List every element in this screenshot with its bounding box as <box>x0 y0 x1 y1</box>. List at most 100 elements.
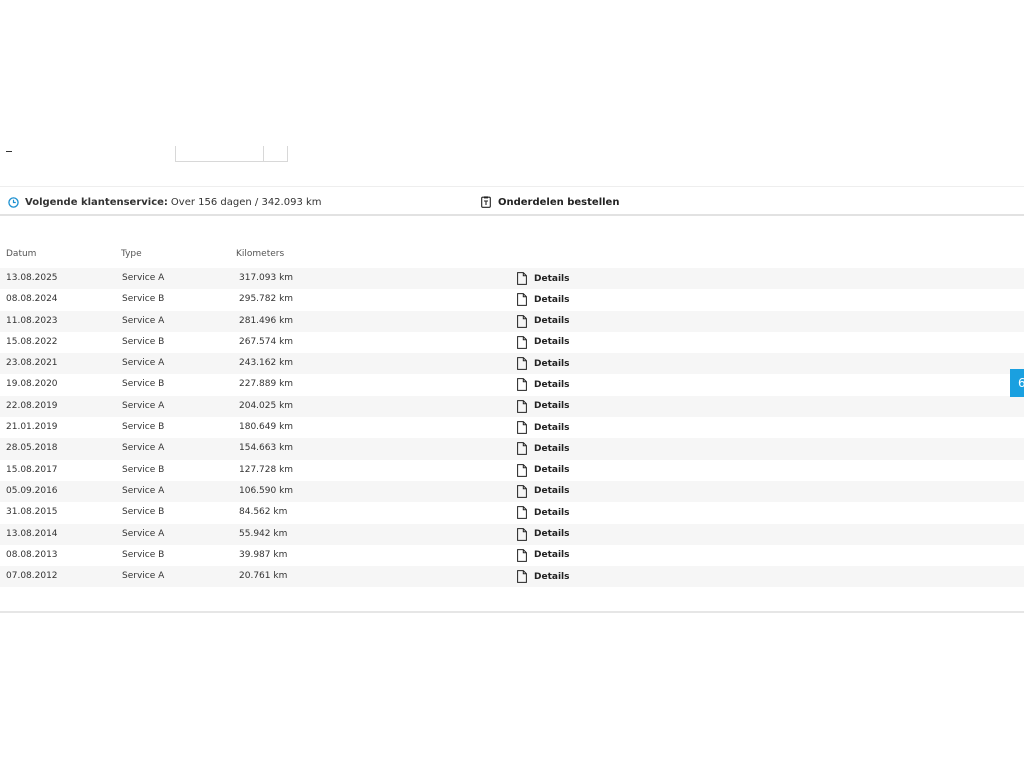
next-service-value: Over 156 dagen / 342.093 km <box>170 196 322 208</box>
clock-icon <box>8 196 19 208</box>
row-type: Service B <box>122 379 165 390</box>
details-label: Details <box>534 358 570 369</box>
row-kilometers: 84.562 km <box>239 507 288 518</box>
details-link[interactable]: Details <box>517 441 569 456</box>
row-kilometers: 281.496 km <box>239 315 294 326</box>
document-icon <box>517 506 527 520</box>
row-date: 08.08.2013 <box>6 549 58 560</box>
details-link[interactable]: Details <box>517 399 569 414</box>
details-link[interactable]: Details <box>517 548 569 563</box>
details-link[interactable]: Details <box>517 505 569 520</box>
table-row: 07.08.2012 Service A 20.761 km Details <box>0 566 1024 588</box>
row-date: 28.05.2018 <box>6 443 58 454</box>
details-link[interactable]: Details <box>517 356 569 371</box>
document-icon <box>517 293 527 307</box>
bottom-divider <box>0 611 1024 613</box>
service-history-table: Datum Type Kilometers 13.08.2025 Service … <box>0 243 1024 588</box>
document-icon <box>517 378 527 392</box>
row-type: Service B <box>122 507 165 518</box>
document-icon <box>517 272 527 285</box>
row-type: Service B <box>122 464 165 475</box>
row-date: 22.08.2019 <box>6 400 58 411</box>
row-type: Service A <box>122 315 165 326</box>
row-date: 13.08.2014 <box>6 528 58 539</box>
details-link[interactable]: Details <box>517 569 569 584</box>
service-info-bar: Volgende klantenservice: Over 156 dagen … <box>0 186 1024 216</box>
document-icon <box>517 314 527 328</box>
table-body: 13.08.2025 Service A 317.093 km Details 08.0… <box>0 268 1024 588</box>
table-row: 11.08.2023 Service A 281.496 km Details <box>0 310 1024 332</box>
row-type: Service B <box>122 336 165 347</box>
table-row: 13.08.2025 Service A 317.093 km Details <box>0 268 1024 290</box>
row-date: 15.08.2022 <box>6 336 58 347</box>
row-kilometers: 267.574 km <box>239 336 294 347</box>
details-link[interactable]: Details <box>517 314 569 329</box>
header-type: Type <box>121 249 142 259</box>
row-date: 08.08.2024 <box>6 294 58 305</box>
table-row: 05.09.2016 Service A 106.590 km Details <box>0 480 1024 503</box>
details-label: Details <box>534 422 570 433</box>
table-row: 19.08.2020 Service B 227.889 km Details <box>0 374 1024 395</box>
document-icon <box>517 485 527 498</box>
table-row: 21.01.2019 Service B 180.649 km Details <box>0 417 1024 438</box>
row-date: 31.08.2015 <box>6 507 58 518</box>
details-link[interactable]: Details <box>517 420 569 435</box>
details-link[interactable]: Details <box>517 271 569 286</box>
row-date: 11.08.2023 <box>6 315 58 326</box>
details-label: Details <box>534 337 570 348</box>
row-type: Service A <box>122 528 165 539</box>
table-row: 13.08.2014 Service A 55.942 km Details <box>0 523 1024 545</box>
row-date: 23.08.2021 <box>6 358 58 369</box>
document-icon <box>517 570 527 584</box>
row-kilometers: 243.162 km <box>239 358 294 369</box>
document-icon <box>517 548 527 562</box>
header-kilometers: Kilometers <box>236 249 285 259</box>
row-kilometers: 106.590 km <box>239 485 294 496</box>
details-label: Details <box>534 316 570 327</box>
row-date: 21.01.2019 <box>6 422 58 433</box>
details-label: Details <box>534 571 570 582</box>
details-link[interactable]: Details <box>517 292 569 307</box>
details-label: Details <box>534 443 570 454</box>
order-parts-button[interactable]: Onderdelen bestellen <box>481 194 619 210</box>
row-kilometers: 317.093 km <box>239 273 294 283</box>
row-kilometers: 154.663 km <box>239 443 294 454</box>
next-service-label: Volgende klantenservice: <box>25 196 168 208</box>
details-link[interactable]: Details <box>517 527 569 542</box>
row-type: Service B <box>122 294 165 305</box>
row-type: Service B <box>122 549 165 560</box>
document-icon <box>517 399 527 413</box>
page: Volgende klantenservice: Over 156 dagen … <box>0 0 1024 768</box>
document-icon <box>517 442 527 456</box>
row-type: Service A <box>122 400 165 411</box>
details-label: Details <box>534 529 570 540</box>
table-row: 08.08.2013 Service B 39.987 km Details <box>0 545 1024 566</box>
document-icon <box>517 421 527 434</box>
details-label: Details <box>534 379 570 390</box>
row-kilometers: 295.782 km <box>239 294 294 305</box>
details-label: Details <box>534 294 570 305</box>
row-type: Service A <box>122 273 165 283</box>
partial-input-divider <box>263 146 264 161</box>
row-date: 19.08.2020 <box>6 379 58 390</box>
table-row: 15.08.2022 Service B 267.574 km Details <box>0 332 1024 353</box>
row-type: Service A <box>122 443 165 454</box>
details-label: Details <box>534 273 570 284</box>
document-icon <box>517 463 527 477</box>
details-label: Details <box>534 550 570 561</box>
order-parts-label: Onderdelen bestellen <box>498 196 620 208</box>
details-label: Details <box>534 486 570 497</box>
side-feedback-tab[interactable]: 6 <box>1010 369 1024 397</box>
row-kilometers: 127.728 km <box>239 464 294 475</box>
details-link[interactable]: Details <box>517 484 569 499</box>
row-kilometers: 204.025 km <box>239 400 294 411</box>
details-link[interactable]: Details <box>517 377 569 392</box>
details-link[interactable]: Details <box>517 335 569 350</box>
details-label: Details <box>534 465 570 476</box>
row-type: Service A <box>122 571 165 582</box>
row-kilometers: 20.761 km <box>239 571 288 582</box>
partial-input-box[interactable] <box>175 146 288 162</box>
details-link[interactable]: Details <box>517 463 569 478</box>
row-date: 15.08.2017 <box>6 464 58 475</box>
table-row: 08.08.2024 Service B 295.782 km Details <box>0 289 1024 310</box>
